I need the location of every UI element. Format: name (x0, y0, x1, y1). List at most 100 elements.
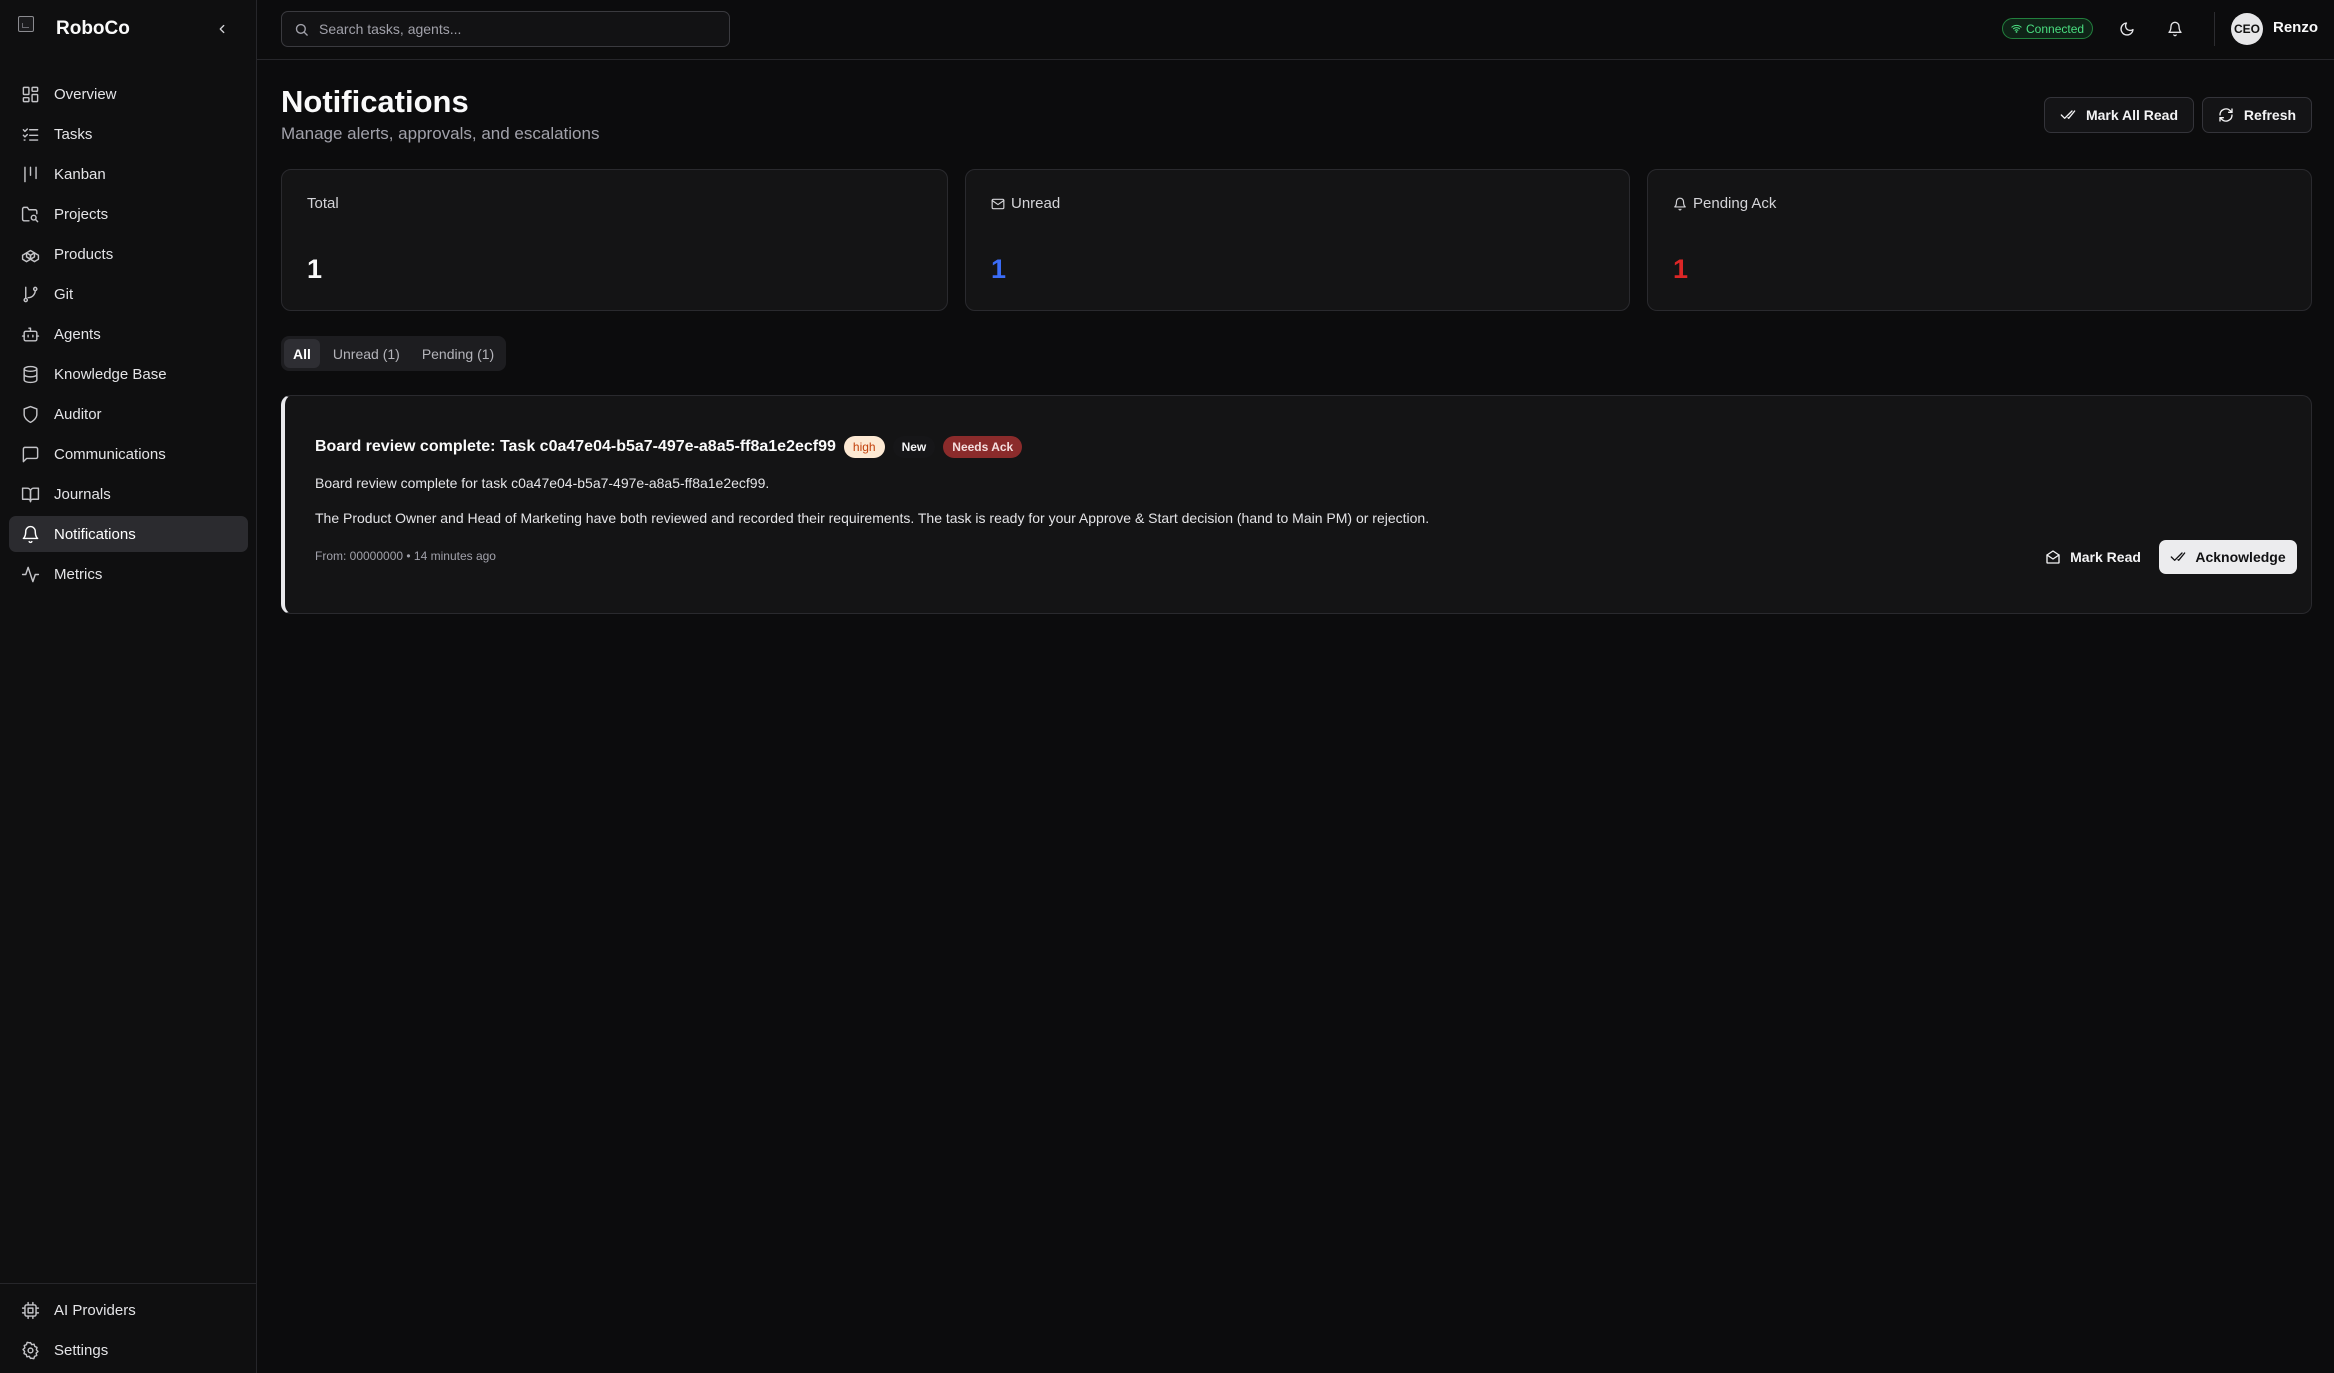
sidebar-item-label: Kanban (54, 165, 106, 183)
sidebar-item-metrics[interactable]: Metrics (9, 556, 248, 592)
status-badge-needs-ack: Needs Ack (943, 436, 1023, 458)
sidebar-item-settings[interactable]: Settings (9, 1332, 248, 1368)
search-icon (295, 23, 308, 36)
sidebar-item-auditor[interactable]: Auditor (9, 396, 248, 432)
check-check-icon (2060, 110, 2076, 119)
notification-meta: From: 00000000 • 14 minutes ago (315, 549, 496, 563)
top-header: Connected CEO Renzo (257, 0, 2334, 60)
notifications-button[interactable] (2160, 14, 2190, 44)
collapse-sidebar-button[interactable] (208, 14, 236, 44)
sidebar-item-label: Settings (54, 1341, 109, 1359)
sidebar-item-label: Notifications (54, 525, 136, 543)
sidebar-item-overview[interactable]: Overview (9, 76, 248, 112)
sidebar-item-label: Metrics (54, 565, 103, 583)
sidebar-item-projects[interactable]: Projects (9, 196, 248, 232)
git-branch-icon (23, 286, 38, 302)
mark-read-button[interactable]: Mark Read (2037, 540, 2149, 574)
priority-badge: high (843, 436, 885, 458)
stat-label-text: Total (307, 195, 339, 212)
stat-label: Pending Ack (1673, 195, 1776, 212)
sidebar-item-notifications[interactable]: Notifications (9, 516, 248, 552)
sidebar-item-label: Git (54, 285, 74, 303)
kanban-icon (24, 166, 37, 182)
sidebar-item-label: Communications (54, 445, 166, 463)
notification-body-line2: The Product Owner and Head of Marketing … (315, 510, 1430, 526)
mark-all-read-button[interactable]: Mark All Read (2044, 97, 2194, 133)
sidebar-item-git[interactable]: Git (9, 276, 248, 312)
connection-status-badge: Connected (2002, 18, 2094, 39)
list-checks-icon (22, 127, 39, 141)
refresh-icon (2219, 108, 2233, 122)
acknowledge-label: Acknowledge (2195, 549, 2286, 565)
sidebar: RoboCo Overview Tasks Kanban Projects Pr… (0, 0, 257, 1373)
stat-value-total: 1 (307, 254, 323, 284)
sidebar-item-ai-providers[interactable]: AI Providers (9, 1292, 248, 1328)
sidebar-item-label: Overview (54, 85, 117, 103)
notification-header: Board review complete: Task c0a47e04-b5a… (315, 436, 1023, 458)
sidebar-item-kanban[interactable]: Kanban (9, 156, 248, 192)
stat-label: Unread (991, 195, 1060, 212)
check-check-icon (2171, 552, 2186, 561)
stat-card-pending-ack: Pending Ack 1 (1647, 169, 2312, 311)
sidebar-item-label: Auditor (54, 405, 102, 423)
moon-icon (2120, 22, 2134, 36)
sidebar-item-journals[interactable]: Journals (9, 476, 248, 512)
refresh-button[interactable]: Refresh (2202, 97, 2312, 133)
stat-card-total: Total 1 (281, 169, 948, 311)
sidebar-item-communications[interactable]: Communications (9, 436, 248, 472)
bell-icon (1674, 197, 1686, 210)
tab-all[interactable]: All (284, 339, 320, 368)
sidebar-item-tasks[interactable]: Tasks (9, 116, 248, 152)
message-square-icon (22, 446, 39, 462)
sidebar-item-label: Projects (54, 205, 109, 223)
stat-card-unread: Unread 1 (965, 169, 1630, 311)
tab-unread[interactable]: Unread (1) (324, 339, 409, 368)
status-badge-new: New (892, 436, 936, 458)
shield-icon (23, 405, 38, 423)
bell-icon (22, 525, 39, 543)
stat-label-text: Unread (1011, 195, 1061, 212)
folder-search-icon (21, 206, 39, 222)
grid-icon (22, 86, 39, 102)
sidebar-item-label: Journals (54, 485, 111, 503)
sidebar-item-label: Tasks (54, 125, 93, 143)
notification-card[interactable]: Board review complete: Task c0a47e04-b5a… (281, 395, 2312, 614)
gear-icon (22, 1341, 39, 1359)
header-divider (2214, 12, 2215, 46)
brand-name: RoboCo (56, 18, 130, 39)
mail-icon (991, 198, 1005, 209)
sidebar-item-label: Products (54, 245, 114, 263)
page-subtitle: Manage alerts, approvals, and escalation… (281, 124, 600, 143)
notification-body-line1: Board review complete for task c0a47e04-… (315, 475, 770, 491)
database-icon (23, 365, 38, 383)
user-name[interactable]: Renzo (2273, 19, 2318, 36)
acknowledge-button[interactable]: Acknowledge (2159, 540, 2297, 574)
activity-icon (21, 566, 40, 582)
chevron-left-icon (219, 24, 225, 34)
sidebar-item-agents[interactable]: Agents (9, 316, 248, 352)
tab-pending[interactable]: Pending (1) (413, 339, 503, 368)
mark-all-read-label: Mark All Read (2085, 107, 2179, 123)
app-root: RoboCo Overview Tasks Kanban Projects Pr… (0, 0, 2334, 1373)
avatar[interactable]: CEO (2231, 13, 2263, 45)
search-box[interactable] (281, 11, 730, 47)
sidebar-item-label: AI Providers (54, 1301, 136, 1319)
sidebar-nav: Overview Tasks Kanban Projects Products … (9, 76, 248, 596)
sidebar-item-label: Agents (54, 325, 101, 343)
search-input[interactable] (319, 21, 699, 37)
mark-read-label: Mark Read (2070, 549, 2141, 565)
sidebar-item-knowledge-base[interactable]: Knowledge Base (9, 356, 248, 392)
filter-tabs: All Unread (1) Pending (1) (281, 336, 507, 371)
boxes-icon (21, 249, 40, 262)
sidebar-item-products[interactable]: Products (9, 236, 248, 272)
page-title: Notifications (281, 84, 469, 119)
wifi-icon (2011, 24, 2022, 33)
connection-status-text: Connected (2026, 21, 2085, 36)
bot-icon (21, 326, 40, 342)
logo-image-icon (18, 16, 34, 32)
notification-title: Board review complete: Task c0a47e04-b5a… (315, 438, 836, 455)
cpu-icon (21, 1301, 40, 1319)
theme-toggle-button[interactable] (2112, 14, 2142, 44)
sidebar-divider (0, 1283, 257, 1284)
sidebar-bottom-nav: AI Providers Settings (9, 1292, 248, 1372)
